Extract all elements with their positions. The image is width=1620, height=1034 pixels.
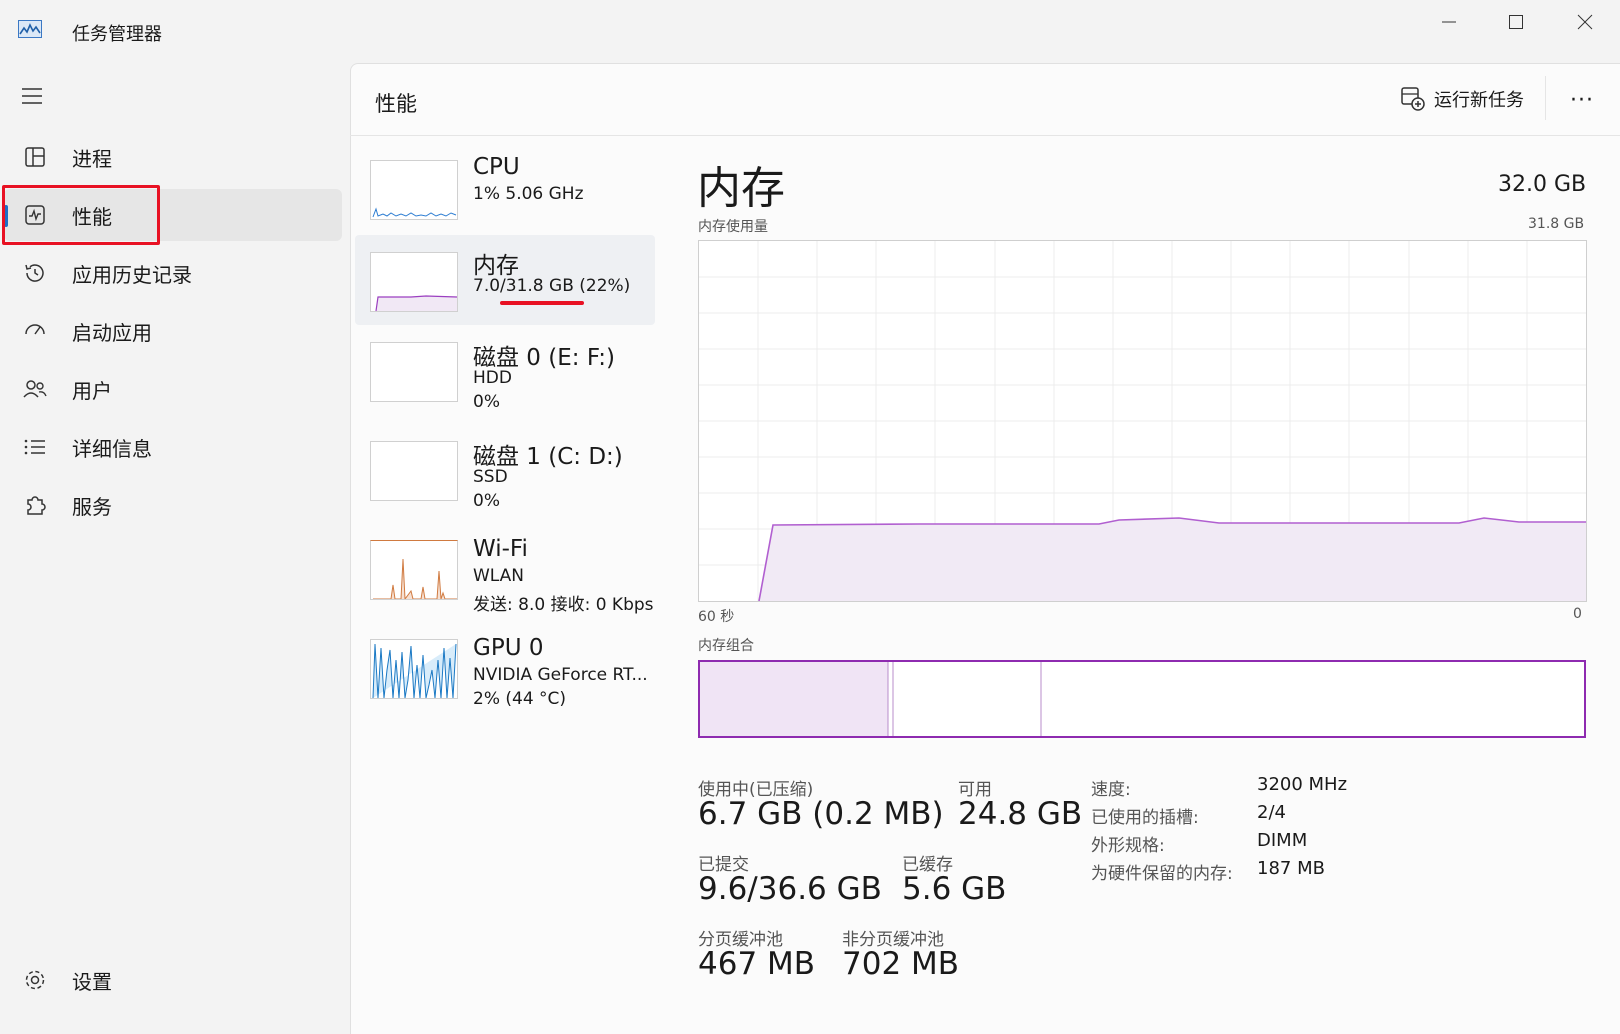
task-manager-app-icon <box>18 20 42 38</box>
hardware-reserved-label: 为硬件保留的内存: <box>1091 864 1233 884</box>
resource-line2: 0% <box>473 491 500 511</box>
speedometer-icon <box>20 316 50 346</box>
window-title: 任务管理器 <box>72 24 162 45</box>
hamburger-menu-button[interactable] <box>20 86 44 110</box>
cpu-thumbnail-graph <box>370 160 458 220</box>
committed-value: 9.6/36.6 GB <box>698 871 882 907</box>
in-use-value: 6.7 GB (0.2 MB) <box>698 796 944 832</box>
services-puzzle-icon <box>20 490 50 520</box>
hardware-reserved-value: 187 MB <box>1257 858 1325 879</box>
resource-line2: 0% <box>473 392 500 412</box>
minimize-icon <box>1442 21 1456 23</box>
cached-value: 5.6 GB <box>902 871 1007 907</box>
memory-usage-chart <box>699 241 1586 602</box>
hamburger-icon <box>22 88 42 104</box>
nonpaged-pool-value: 702 MB <box>842 946 960 982</box>
composition-label: 内存组合 <box>698 638 754 654</box>
users-icon <box>20 374 50 404</box>
speed-value: 3200 MHz <box>1257 774 1348 795</box>
resource-name: 磁盘 0 (E: F:) <box>473 345 615 371</box>
sidebar-item-label: 应用历史记录 <box>72 262 192 287</box>
resource-item-memory[interactable]: 内存 7.0/31.8 GB (22%) <box>355 235 655 325</box>
resource-item-cpu[interactable]: CPU 1% 5.06 GHz <box>355 154 655 246</box>
page-title: 性能 <box>375 92 417 116</box>
wifi-thumbnail-graph <box>370 540 458 600</box>
resource-item-disk-1[interactable]: 磁盘 1 (C: D:) SSD 0% <box>355 441 655 529</box>
sidebar-item-startup-apps[interactable]: 启动应用 <box>4 305 342 357</box>
header-separator <box>1545 76 1546 120</box>
minimize-button[interactable] <box>1426 6 1472 38</box>
usage-max-label: 31.8 GB <box>1528 216 1585 232</box>
processes-icon <box>20 142 50 172</box>
maximize-icon <box>1509 15 1523 29</box>
memory-title: 内存 <box>697 163 785 214</box>
memory-usage-graph <box>698 240 1587 602</box>
resource-name: Wi-Fi <box>473 536 528 562</box>
history-icon <box>20 258 50 288</box>
resource-line2: 发送: 8.0 接收: 0 Kbps <box>473 595 654 615</box>
close-icon <box>1577 14 1593 30</box>
slots-label: 已使用的插槽: <box>1091 808 1199 828</box>
red-underline-annotation <box>500 301 584 305</box>
memory-total: 32.0 GB <box>1498 172 1587 197</box>
resource-name: 内存 <box>473 253 519 279</box>
memory-composition-bar <box>698 660 1586 738</box>
new-task-icon <box>1400 86 1426 112</box>
resource-item-gpu[interactable]: GPU 0 NVIDIA GeForce RT... 2% (44 °C) <box>355 635 655 727</box>
maximize-button[interactable] <box>1493 6 1539 38</box>
memory-composition-chart <box>700 662 1042 736</box>
resource-name: GPU 0 <box>473 635 544 661</box>
sidebar-item-processes[interactable]: 进程 <box>4 131 342 183</box>
resource-line2: 2% (44 °C) <box>473 689 567 709</box>
disk1-thumbnail-graph <box>370 441 458 501</box>
run-new-task-label: 运行新任务 <box>1434 90 1524 111</box>
sidebar-item-label: 详细信息 <box>72 436 152 461</box>
sidebar-item-details[interactable]: 详细信息 <box>4 421 342 473</box>
available-value: 24.8 GB <box>958 796 1083 832</box>
resource-name: CPU <box>473 154 520 180</box>
form-factor-label: 外形规格: <box>1091 836 1165 856</box>
highlight-box <box>2 185 160 245</box>
resource-line1: NVIDIA GeForce RT... <box>473 665 648 685</box>
sidebar-item-label: 启动应用 <box>72 320 152 345</box>
sidebar-item-users[interactable]: 用户 <box>4 363 342 415</box>
settings-label: 设置 <box>72 969 112 994</box>
resource-name: 磁盘 1 (C: D:) <box>473 444 623 470</box>
disk0-thumbnail-graph <box>370 342 458 402</box>
time-right-label: 0 <box>1573 606 1582 622</box>
resource-line1: SSD <box>473 467 508 487</box>
sidebar-item-label: 用户 <box>72 378 112 403</box>
run-new-task-button[interactable]: 运行新任务 <box>1400 86 1524 112</box>
sidebar-item-services[interactable]: 服务 <box>4 479 342 531</box>
speed-label: 速度: <box>1091 780 1131 800</box>
slots-value: 2/4 <box>1257 802 1286 823</box>
resource-line1: 7.0/31.8 GB (22%) <box>473 276 631 296</box>
resource-line1: HDD <box>473 368 512 388</box>
close-button[interactable] <box>1562 6 1608 38</box>
resource-line1: 1% 5.06 GHz <box>473 184 584 204</box>
resource-item-wifi[interactable]: Wi-Fi WLAN 发送: 8.0 接收: 0 Kbps <box>355 536 655 628</box>
sidebar-item-settings[interactable]: 设置 <box>4 954 342 1006</box>
form-factor-value: DIMM <box>1257 830 1308 851</box>
sidebar-item-app-history[interactable]: 应用历史记录 <box>4 247 342 299</box>
time-left-label: 60 秒 <box>698 609 735 625</box>
list-details-icon <box>20 432 50 462</box>
memory-thumbnail-graph <box>370 252 458 312</box>
gear-icon <box>20 965 50 995</box>
resource-line1: WLAN <box>473 566 525 586</box>
paged-pool-value: 467 MB <box>698 946 816 982</box>
gpu-thumbnail-graph <box>370 639 458 699</box>
usage-label: 内存使用量 <box>698 219 768 235</box>
resource-item-disk-0[interactable]: 磁盘 0 (E: F:) HDD 0% <box>355 342 655 430</box>
more-options-button[interactable]: ··· <box>1570 88 1594 113</box>
sidebar-item-label: 进程 <box>72 146 112 171</box>
sidebar-item-label: 服务 <box>72 494 112 519</box>
